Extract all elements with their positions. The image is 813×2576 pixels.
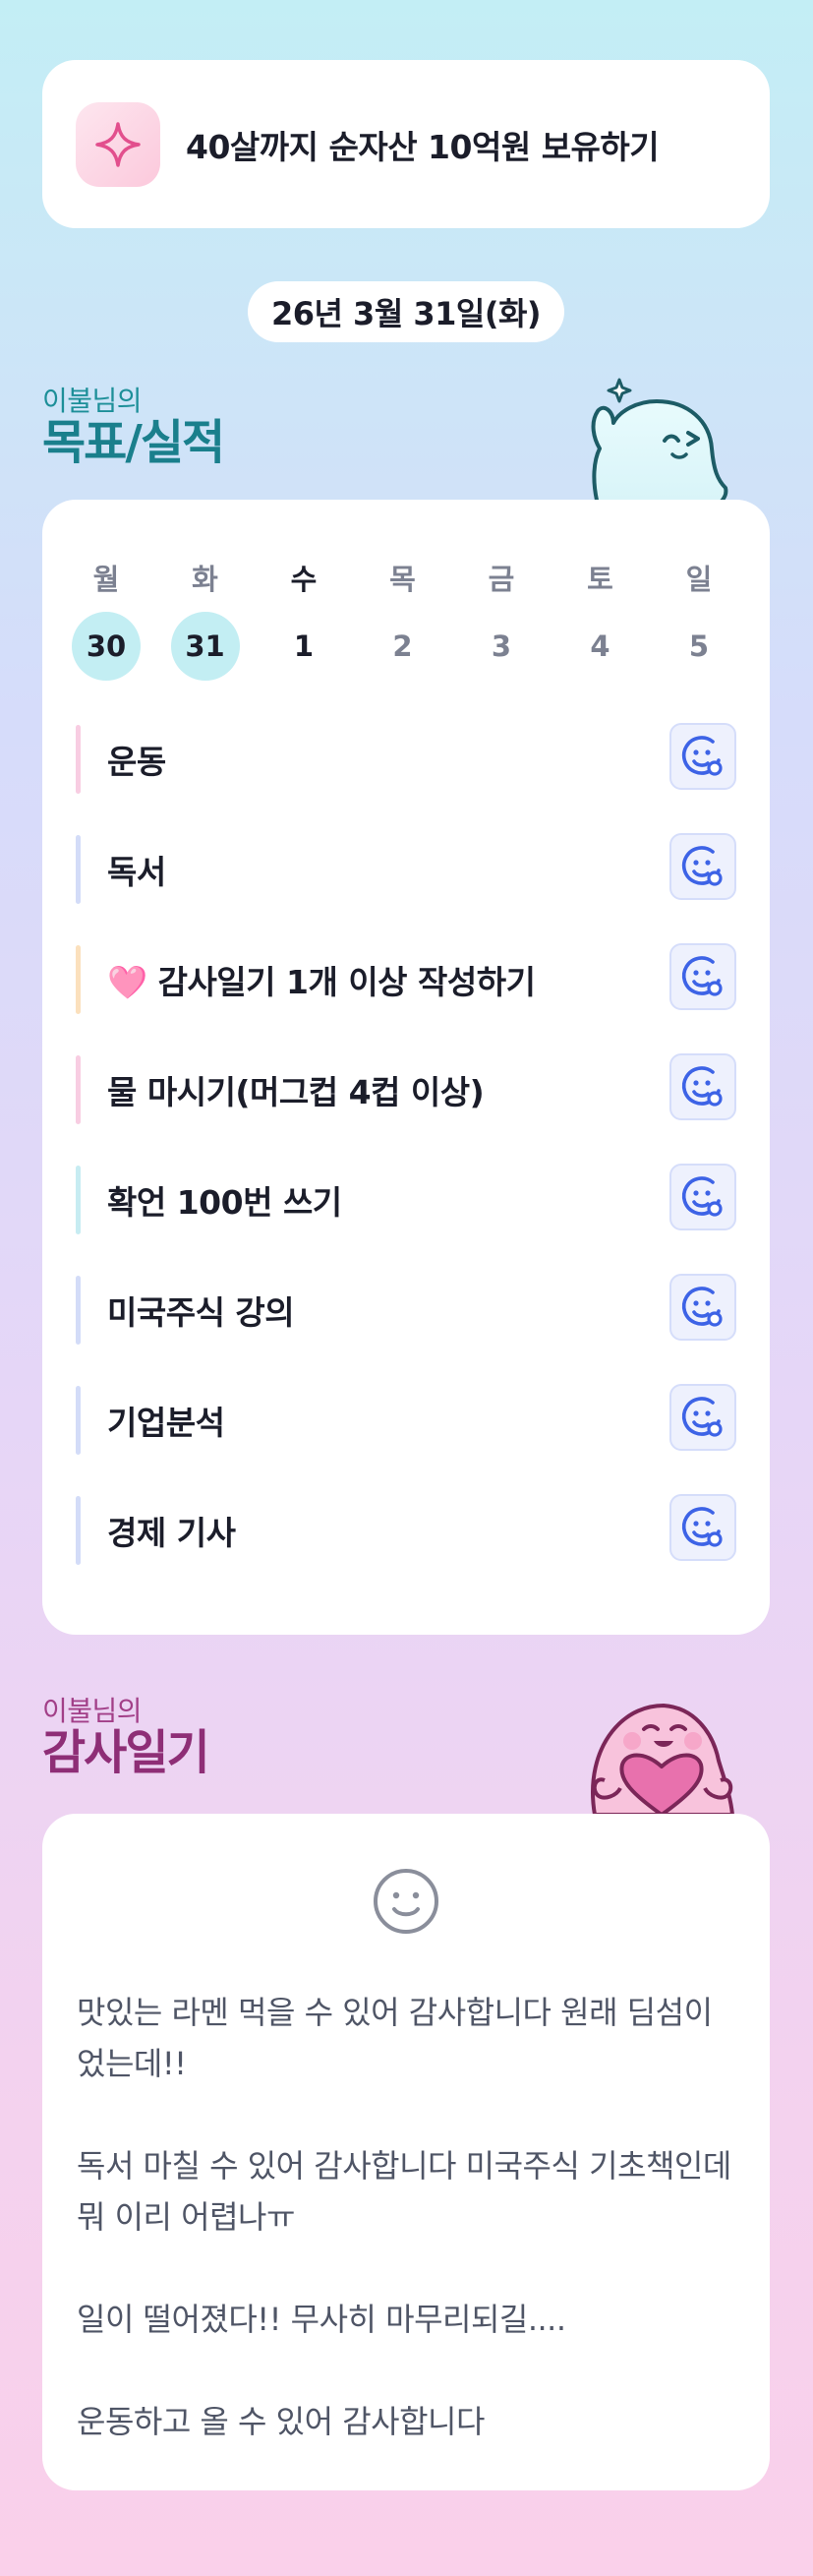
gratitude-entry: 일이 떨어졌다!! 무사히 마무리되길.... bbox=[77, 2301, 566, 2338]
task-color-bar bbox=[76, 1386, 81, 1455]
gratitude-card: 맛있는 라멘 먹을 수 있어 감사합니다 원래 딤섬이었는데!! 독서 마칠 수 … bbox=[42, 1814, 770, 2490]
day-date[interactable]: 2 bbox=[369, 612, 437, 681]
task-label: 🩷 감사일기 1개 이상 작성하기 bbox=[107, 963, 536, 1001]
day-name: 월 bbox=[92, 563, 120, 596]
smile-add-icon bbox=[679, 1173, 726, 1221]
day-date[interactable]: 3 bbox=[467, 612, 536, 681]
day-name: 수 bbox=[290, 563, 318, 596]
goal-text: 40살까지 순자산 10억원 보유하기 bbox=[186, 127, 660, 166]
day-date[interactable]: 5 bbox=[665, 612, 733, 681]
task-color-bar bbox=[76, 1276, 81, 1345]
day-name: 목 bbox=[389, 563, 416, 596]
task-check-button[interactable] bbox=[669, 723, 736, 790]
task-label: 미국주식 강의 bbox=[107, 1293, 295, 1332]
task-label: 운동 bbox=[107, 743, 166, 781]
smile-add-icon bbox=[679, 1504, 726, 1551]
smile-add-icon bbox=[679, 733, 726, 780]
task-row[interactable]: 독서 bbox=[76, 833, 736, 904]
mascot-heart-icon bbox=[591, 1704, 734, 1815]
day-name: 금 bbox=[488, 563, 515, 596]
task-row[interactable]: 물 마시기(머그컵 4컵 이상) bbox=[76, 1053, 736, 1124]
task-color-bar bbox=[76, 1166, 81, 1234]
day-name: 일 bbox=[685, 563, 713, 596]
smile-add-icon bbox=[679, 1394, 726, 1441]
day-name: 토 bbox=[587, 563, 613, 596]
smile-add-icon bbox=[679, 1063, 726, 1110]
date-pill[interactable]: 26년 3월 31일(화) bbox=[248, 281, 564, 342]
smile-add-icon bbox=[679, 843, 726, 890]
gratitude-entry: 운동하고 올 수 있어 감사합니다 bbox=[77, 2403, 485, 2440]
day-date[interactable]: 30 bbox=[72, 612, 141, 681]
smile-add-icon bbox=[679, 953, 726, 1000]
task-check-button[interactable] bbox=[669, 1164, 736, 1230]
task-check-button[interactable] bbox=[669, 1274, 736, 1341]
task-check-button[interactable] bbox=[669, 1384, 736, 1451]
task-label: 독서 bbox=[107, 853, 166, 891]
task-row[interactable]: 운동 bbox=[76, 723, 736, 794]
day-name: 화 bbox=[192, 563, 218, 596]
task-color-bar bbox=[76, 1496, 81, 1565]
smile-add-icon bbox=[679, 1284, 726, 1331]
day-date[interactable]: 4 bbox=[566, 612, 635, 681]
task-label: 경제 기사 bbox=[107, 1514, 236, 1552]
task-color-bar bbox=[76, 835, 81, 904]
task-color-bar bbox=[76, 1055, 81, 1124]
task-check-button[interactable] bbox=[669, 943, 736, 1010]
task-check-button[interactable] bbox=[669, 1053, 736, 1120]
goals-card: 월 30 화 31 수 1 목 2 금 3 토 4 일 5 운동독서 🩷 감사일기 1개 이상 작성하기물 … bbox=[42, 500, 770, 1635]
task-label: 물 마시기(머그컵 4컵 이상) bbox=[107, 1073, 485, 1111]
task-check-button[interactable] bbox=[669, 833, 736, 900]
gratitude-entry: 독서 마칠 수 있어 감사합니다 미국주식 기초책인데 뭐 이리 어렵나ㅠ bbox=[77, 2147, 731, 2236]
gratitude-entry: 맛있는 라멘 먹을 수 있어 감사합니다 원래 딤섬이었는데!! bbox=[77, 1994, 713, 2082]
task-row[interactable]: 경제 기사 bbox=[76, 1494, 736, 1565]
sparkle-icon bbox=[76, 101, 160, 187]
task-label: 확언 100번 쓰기 bbox=[107, 1183, 342, 1222]
task-check-button[interactable] bbox=[669, 1494, 736, 1561]
task-row[interactable]: 확언 100번 쓰기 bbox=[76, 1164, 736, 1234]
task-color-bar bbox=[76, 725, 81, 794]
mascot-waving-icon bbox=[591, 378, 728, 505]
task-row[interactable]: 기업분석 bbox=[76, 1384, 736, 1455]
task-row[interactable]: 🩷 감사일기 1개 이상 작성하기 bbox=[76, 943, 736, 1014]
task-label: 기업분석 bbox=[107, 1404, 225, 1442]
task-color-bar bbox=[76, 945, 81, 1014]
task-row[interactable]: 미국주식 강의 bbox=[76, 1274, 736, 1345]
goal-card[interactable]: 40살까지 순자산 10억원 보유하기 bbox=[42, 60, 770, 228]
gratitude-section-title: 감사일기 bbox=[42, 1725, 210, 1780]
day-date[interactable]: 31 bbox=[170, 612, 240, 681]
goals-section-title: 목표/실적 bbox=[42, 415, 225, 470]
day-date[interactable]: 1 bbox=[269, 612, 338, 681]
smile-face-icon bbox=[374, 1869, 438, 1934]
